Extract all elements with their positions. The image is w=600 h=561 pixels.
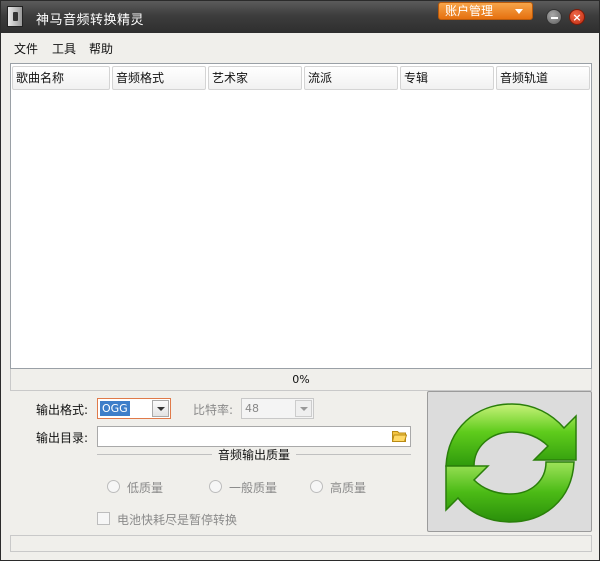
radio-circle[interactable] — [209, 480, 222, 493]
song-list[interactable]: 歌曲名称 音频格式 艺术家 流派 专辑 音频轨道 — [10, 63, 592, 369]
radio-circle[interactable] — [310, 480, 323, 493]
checkbox-box[interactable] — [97, 512, 110, 525]
output-format-value: OGG — [100, 401, 130, 416]
column-header-artist[interactable]: 艺术家 — [208, 66, 302, 90]
bitrate-value: 48 — [245, 402, 259, 415]
app-window: 神马音频转换精灵 账户管理 × 文件 工具 帮助 歌曲名称 音频格式 艺术家 流… — [0, 0, 600, 561]
status-bar — [10, 535, 592, 552]
window-title: 神马音频转换精灵 — [36, 13, 145, 28]
chevron-down-icon — [515, 9, 523, 14]
quality-high-label: 高质量 — [330, 481, 367, 495]
account-menu-label: 账户管理 — [445, 4, 494, 18]
audio-file-icon — [7, 6, 23, 27]
quality-group-title: 音频输出质量 — [211, 448, 296, 462]
bitrate-select[interactable]: 48 — [241, 398, 314, 419]
convert-button[interactable] — [427, 391, 592, 532]
quality-low-label: 低质量 — [127, 481, 164, 495]
close-icon: × — [572, 11, 582, 24]
output-dir-input[interactable] — [97, 426, 411, 447]
refresh-arrows-icon — [445, 403, 577, 523]
quality-group: 音频输出质量 低质量 一般质量 高质量 — [97, 448, 411, 510]
column-header-audio-format[interactable]: 音频格式 — [112, 66, 206, 90]
radio-circle[interactable] — [107, 480, 120, 493]
column-header-genre[interactable]: 流派 — [304, 66, 398, 90]
close-button[interactable]: × — [569, 9, 585, 25]
battery-pause-label: 电池快耗尽是暂停转换 — [117, 513, 238, 527]
folder-open-icon[interactable] — [392, 430, 407, 442]
menu-file[interactable]: 文件 — [14, 40, 38, 57]
column-header-song-name[interactable]: 歌曲名称 — [12, 66, 110, 90]
menu-help[interactable]: 帮助 — [89, 40, 113, 57]
menu-bar: 文件 工具 帮助 — [1, 33, 599, 61]
bitrate-label: 比特率: — [193, 403, 234, 417]
minimize-button[interactable] — [546, 9, 562, 25]
progress-text: 0% — [292, 373, 310, 386]
chevron-down-icon[interactable] — [152, 400, 169, 417]
chevron-down-icon[interactable] — [295, 400, 312, 417]
progress-bar: 0% — [10, 369, 592, 391]
output-dir-label: 输出目录: — [36, 431, 89, 445]
column-header-audio-track[interactable]: 音频轨道 — [496, 66, 590, 90]
title-bar: 神马音频转换精灵 账户管理 × — [1, 1, 599, 33]
output-format-label: 输出格式: — [36, 403, 89, 417]
settings-panel: 输出格式: OGG 比特率: 48 输出目录: 音频输出质量 低质量 一般质量 … — [10, 392, 420, 532]
column-header-album[interactable]: 专辑 — [400, 66, 494, 90]
account-menu-button[interactable]: 账户管理 — [438, 2, 533, 20]
quality-normal-label: 一般质量 — [229, 481, 278, 495]
output-format-select[interactable]: OGG — [97, 398, 171, 419]
menu-tools[interactable]: 工具 — [52, 40, 76, 57]
